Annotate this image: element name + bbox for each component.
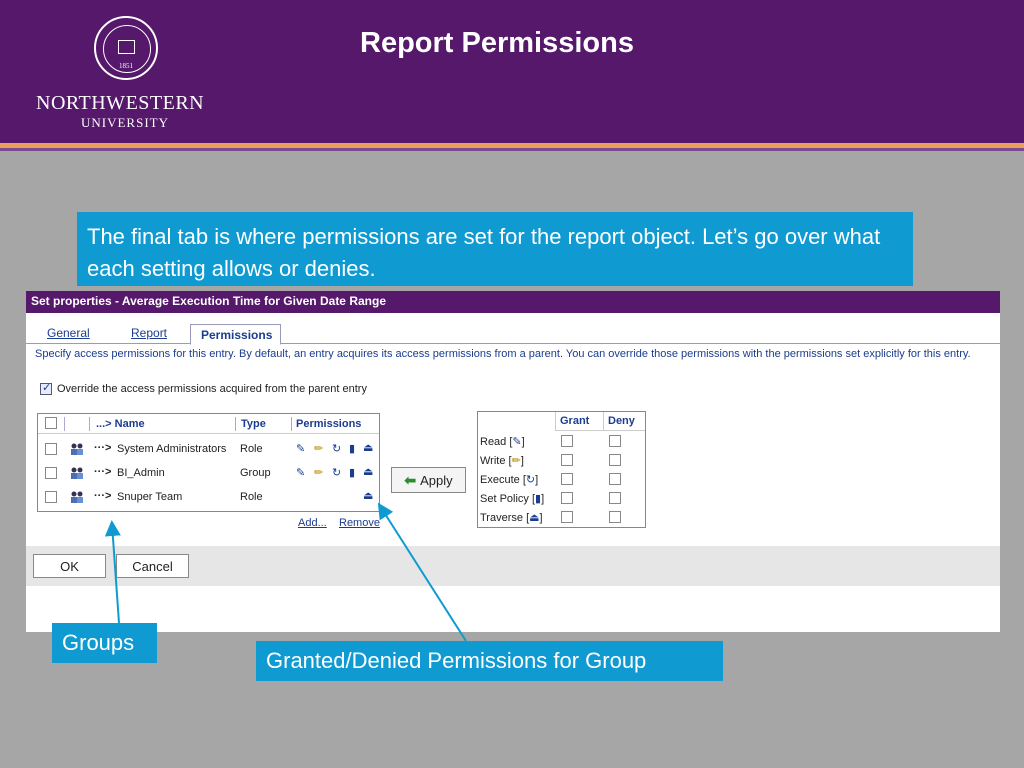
- permission-label: Traverse [⏏]: [480, 512, 543, 524]
- column-permissions[interactable]: Permissions: [296, 418, 361, 430]
- permission-row-set-policy: Set Policy [▮]: [478, 489, 645, 508]
- member-row[interactable]: ···> BI_Admin Group ✎ ✏ ↻ ▮ ⏏: [38, 463, 379, 487]
- execute-icon: ↻: [332, 467, 342, 479]
- grant-deny-table: Grant Deny Read [✎] Write [✏] Execute [↻…: [477, 411, 646, 528]
- granted-denied-callout: Granted/Denied Permissions for Group: [256, 641, 723, 681]
- deny-checkbox[interactable]: [609, 492, 621, 504]
- deny-checkbox[interactable]: [609, 473, 621, 485]
- tab-report[interactable]: Report: [131, 326, 167, 340]
- university-subtitle: UNIVERSITY: [81, 115, 169, 130]
- intro-callout: The final tab is where permissions are s…: [77, 212, 913, 286]
- group-icon: [71, 491, 83, 503]
- members-header: ...> Name Type Permissions: [38, 414, 379, 434]
- university-seal-logo: 1851: [94, 16, 158, 80]
- grant-checkbox[interactable]: [561, 492, 573, 504]
- column-name[interactable]: ...> Name: [96, 418, 145, 430]
- expand-arrow[interactable]: ···>: [94, 466, 111, 478]
- override-option[interactable]: Override the access permissions acquired…: [40, 381, 367, 395]
- execute-icon: ↻: [525, 474, 536, 486]
- dialog-button-bar: OK Cancel: [26, 546, 1000, 586]
- select-all-checkbox[interactable]: [45, 417, 57, 429]
- permission-row-traverse: Traverse [⏏]: [478, 508, 645, 527]
- row-checkbox[interactable]: [45, 443, 57, 455]
- group-icon: [71, 467, 83, 479]
- member-name[interactable]: Snuper Team: [117, 491, 182, 503]
- tab-permissions[interactable]: Permissions: [190, 324, 281, 345]
- override-checkbox[interactable]: [40, 381, 52, 395]
- override-label: Override the access permissions acquired…: [57, 383, 367, 395]
- member-type: Role: [240, 491, 263, 503]
- grant-checkbox[interactable]: [561, 511, 573, 523]
- permission-label: Read [✎]: [480, 436, 525, 448]
- header-divider: [0, 148, 1024, 151]
- expand-arrow[interactable]: ···>: [94, 490, 111, 502]
- apply-button[interactable]: ⬅ Apply: [391, 467, 466, 493]
- permission-row-execute: Execute [↻]: [478, 470, 645, 489]
- dialog-title: Set properties - Average Execution Time …: [26, 291, 1000, 313]
- university-name: NORTHWESTERN: [36, 92, 205, 114]
- write-icon: ✏: [511, 455, 521, 467]
- grant-checkbox[interactable]: [561, 473, 573, 485]
- group-icon: [71, 443, 83, 455]
- read-icon: ✎: [512, 436, 522, 448]
- permission-label: Execute [↻]: [480, 474, 539, 486]
- member-name[interactable]: BI_Admin: [117, 467, 165, 479]
- member-row[interactable]: ···> System Administrators Role ✎ ✏ ↻ ▮ …: [38, 439, 379, 463]
- deny-checkbox[interactable]: [609, 511, 621, 523]
- tab-general[interactable]: General: [47, 326, 90, 340]
- permissions-description: Specify access permissions for this entr…: [35, 348, 971, 360]
- member-type: Role: [240, 443, 263, 455]
- properties-dialog: Set properties - Average Execution Time …: [26, 291, 1000, 632]
- apply-label: Apply: [420, 472, 453, 488]
- cancel-button[interactable]: Cancel: [116, 554, 189, 578]
- member-row[interactable]: ···> Snuper Team Role ⏏: [38, 487, 379, 511]
- deny-checkbox[interactable]: [609, 435, 621, 447]
- column-type[interactable]: Type: [241, 418, 266, 430]
- tab-bar: General Report Permissions: [26, 322, 1000, 345]
- write-icon: ✏: [314, 467, 324, 479]
- arrow-left-icon: ⬅: [404, 471, 417, 488]
- grant-checkbox[interactable]: [561, 435, 573, 447]
- ok-button[interactable]: OK: [33, 554, 106, 578]
- write-icon: ✏: [314, 443, 324, 455]
- set-policy-icon: ▮: [349, 467, 356, 479]
- grant-checkbox[interactable]: [561, 454, 573, 466]
- read-icon: ✎: [296, 467, 306, 479]
- book-icon: [118, 40, 135, 54]
- deny-checkbox[interactable]: [609, 454, 621, 466]
- permission-label: Set Policy [▮]: [480, 493, 545, 505]
- read-icon: ✎: [296, 443, 306, 455]
- traverse-icon: ⏏: [363, 442, 374, 454]
- column-grant: Grant: [555, 412, 603, 431]
- execute-icon: ↻: [332, 443, 342, 455]
- traverse-icon: ⏏: [363, 490, 374, 502]
- column-deny: Deny: [603, 412, 645, 431]
- permission-row-write: Write [✏]: [478, 451, 645, 470]
- permission-row-read: Read [✎]: [478, 432, 645, 451]
- slide-header: 1851 NORTHWESTERN UNIVERSITY Report Perm…: [0, 0, 1024, 143]
- member-type: Group: [240, 467, 271, 479]
- members-table: ...> Name Type Permissions ···> System A…: [37, 413, 380, 512]
- traverse-icon: ⏏: [529, 512, 540, 524]
- add-link[interactable]: Add...: [298, 517, 327, 529]
- remove-link[interactable]: Remove: [339, 517, 380, 529]
- expand-arrow[interactable]: ···>: [94, 442, 111, 454]
- traverse-icon: ⏏: [363, 466, 374, 478]
- set-policy-icon: ▮: [349, 443, 356, 455]
- slide-title: Report Permissions: [360, 27, 634, 59]
- groups-callout: Groups: [52, 623, 157, 663]
- permission-label: Write [✏]: [480, 455, 524, 467]
- seal-year: 1851: [119, 62, 133, 70]
- row-checkbox[interactable]: [45, 467, 57, 479]
- row-checkbox[interactable]: [45, 491, 57, 503]
- member-name[interactable]: System Administrators: [117, 443, 226, 455]
